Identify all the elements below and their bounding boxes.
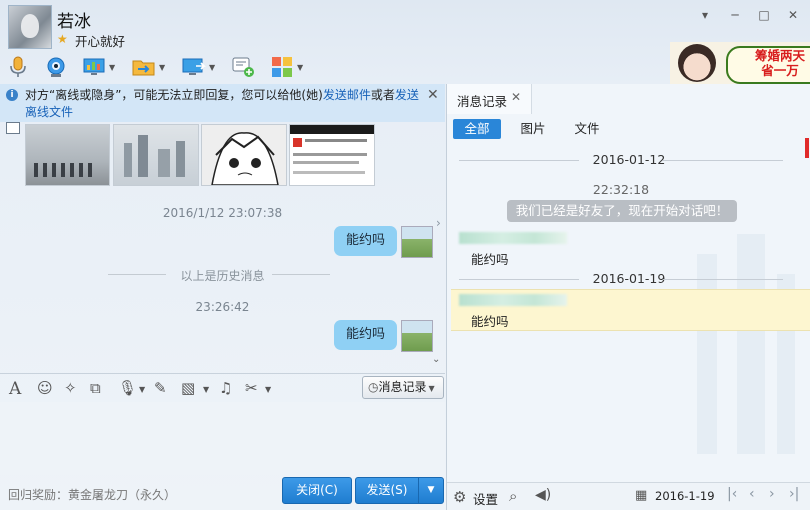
history-footer: ⚙ 设置 ⌕ ◀) ▦ 2016-1-19 |‹ ‹ › ›| (447, 482, 810, 510)
font-icon[interactable]: A (9, 379, 21, 399)
system-message: 我们已经是好友了，现在开始对话吧！ (507, 200, 737, 222)
info-icon: i (6, 89, 18, 101)
tab-message-history[interactable]: 消息记录 ✕ (447, 84, 532, 114)
chevron-down-icon[interactable]: ▼ (265, 385, 271, 394)
ad-line-1: 筹婚两天 (754, 48, 805, 63)
notice-text: 对方“离线或隐身”，可能无法立即回复，您可以给他(她) (25, 88, 323, 102)
send-button[interactable]: 发送(S) (355, 477, 419, 504)
edit-icon[interactable]: ✎ (154, 379, 167, 397)
current-date[interactable]: 2016-1-19 (655, 489, 715, 503)
date-separator: 2016-01-19 (447, 271, 810, 286)
chevron-down-icon[interactable]: ▼ (139, 385, 145, 394)
clock-icon: ◷ (368, 380, 379, 394)
screen-share-icon[interactable]: ▼ (82, 53, 115, 81)
file-transfer-icon[interactable]: ▼ (132, 53, 165, 81)
gear-icon[interactable]: ⚙ (453, 488, 466, 506)
message-history-button[interactable]: ◷消息记录 ▼ (362, 376, 444, 399)
scissors-icon[interactable]: ✂ (245, 379, 258, 397)
remote-desktop-icon[interactable]: ▼ (182, 53, 215, 81)
filter-images[interactable]: 图片 (513, 119, 553, 139)
maximize-button[interactable]: □ (754, 6, 774, 24)
next-page-icon[interactable]: › (769, 486, 775, 502)
contact-name[interactable]: 若冰 (57, 7, 91, 32)
scroll-down-icon[interactable]: ⌄ (432, 354, 440, 365)
reward-text[interactable]: 回归奖励：黄金屠龙刀（永久） (8, 486, 176, 503)
chevron-down-icon[interactable]: ▼ (203, 385, 209, 394)
message-history-label: 消息记录 (378, 380, 427, 394)
speaker-icon[interactable]: ◀) (535, 487, 551, 503)
tab-label: 消息记录 (457, 94, 508, 109)
checkbox-icon[interactable] (6, 122, 20, 134)
calendar-icon[interactable]: ▦ (635, 488, 647, 503)
collapse-panel-icon[interactable]: › (436, 216, 444, 236)
emoji-icon[interactable]: ☺ (37, 379, 53, 397)
sender-name-blurred (459, 294, 567, 306)
history-filter-tabs: 全部 图片 文件 (447, 114, 810, 146)
apps-icon[interactable]: ▼ (270, 53, 303, 81)
star-icon: ★ (57, 32, 68, 46)
chat-window: 若冰 ★ 开心就好 ▾ ─ □ ✕ ▼ ▼ ▼ ▼ 筹婚两天 省一万 i 对方“离… (0, 0, 810, 510)
close-button[interactable]: 关闭(C) (282, 477, 352, 504)
voice-message-icon[interactable]: 🎙 (118, 379, 137, 397)
ad-banner[interactable]: 筹婚两天 省一万 (670, 42, 810, 84)
image-thumbnail[interactable] (201, 124, 287, 186)
menu-button[interactable]: ▾ (695, 6, 715, 24)
date-separator: 2016-01-12 (447, 152, 810, 167)
sender-name-blurred (459, 232, 567, 244)
previous-page-icon[interactable]: ‹ (749, 486, 755, 502)
close-window-button[interactable]: ✕ (783, 6, 803, 24)
image-thumbnail[interactable] (25, 124, 110, 186)
contact-avatar[interactable] (8, 5, 52, 49)
ad-line-2: 省一万 (761, 63, 799, 78)
microphone-icon[interactable] (6, 53, 30, 81)
notice-text-or: 或者 (370, 88, 395, 102)
video-camera-icon[interactable] (44, 53, 68, 81)
send-options-chevron-icon[interactable]: ▼ (418, 477, 444, 504)
chevron-down-icon: ▼ (428, 384, 435, 393)
history-time: 22:32:18 (592, 182, 650, 197)
first-page-icon[interactable]: |‹ (727, 486, 737, 502)
my-avatar[interactable] (401, 320, 433, 352)
message-bubble[interactable]: 能约吗 (334, 226, 398, 256)
history-panel: 消息记录 ✕ 全部 图片 文件 2016-01-12 22:32:18 我们已经… (446, 84, 810, 510)
send-email-link[interactable]: 发送邮件 (323, 88, 371, 102)
history-divider: 以上是历史消息 (180, 269, 265, 283)
message-timestamp: 23:26:42 (195, 300, 250, 314)
history-entry-highlight[interactable]: 能约吗 (451, 289, 810, 331)
image-icon[interactable]: ▧ (181, 379, 195, 397)
contact-signature: 开心就好 (75, 34, 126, 49)
image-thumbnail[interactable] (289, 124, 375, 186)
minimize-button[interactable]: ─ (725, 6, 745, 24)
last-page-icon[interactable]: ›| (789, 486, 799, 502)
offline-notice: i 对方“离线或隐身”，可能无法立即回复，您可以给他(她)发送邮件或者发送离线文… (0, 84, 445, 122)
close-tab-icon[interactable]: ✕ (511, 90, 521, 104)
image-thumbnail[interactable] (113, 124, 199, 186)
chat-messages[interactable]: 2016/1/12 23:07:38 能约吗 以上是历史消息 23:26:42 … (0, 122, 445, 370)
filter-all[interactable]: 全部 (453, 119, 501, 139)
settings-label[interactable]: 设置 (473, 489, 498, 508)
music-icon[interactable]: ♫ (219, 379, 232, 397)
message-timestamp: 2016/1/12 23:07:38 (162, 206, 283, 220)
history-entry[interactable]: 能约吗 (471, 249, 509, 268)
close-icon[interactable]: ✕ (427, 87, 439, 103)
my-avatar[interactable] (401, 226, 433, 258)
magic-wand-icon[interactable]: ✧ (64, 379, 77, 397)
filter-files[interactable]: 文件 (567, 119, 607, 139)
background-building (737, 234, 765, 454)
message-bubble[interactable]: 能约吗 (334, 320, 398, 350)
search-icon[interactable]: ⌕ (509, 487, 517, 505)
history-entry: 能约吗 (471, 314, 509, 329)
new-message-icon[interactable] (232, 53, 256, 81)
screenshot-icon[interactable]: ⧉ (90, 379, 101, 397)
message-input[interactable] (0, 402, 445, 475)
